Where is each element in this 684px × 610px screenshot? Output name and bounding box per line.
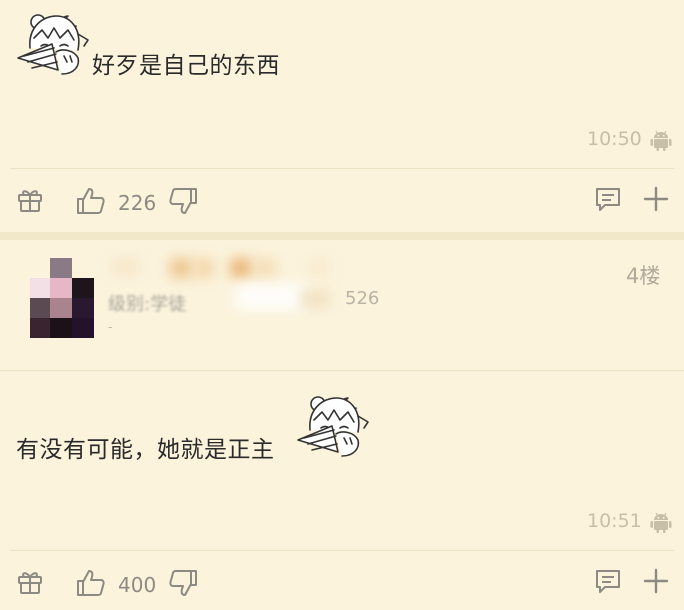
thumbs-down-icon <box>169 188 197 214</box>
separator-line <box>10 168 674 169</box>
separator-line <box>10 550 674 551</box>
post-divider <box>0 232 684 240</box>
like-button[interactable] <box>76 186 106 216</box>
comment-icon <box>596 570 620 593</box>
reply-content: 好歹是自己的东西 <box>92 53 280 79</box>
reply-time: 10:51 <box>587 510 642 532</box>
gift-button[interactable] <box>16 186 44 214</box>
thumbs-down-icon <box>169 570 197 596</box>
reply-content: 有没有可能，她就是正主 <box>16 437 275 463</box>
avatar[interactable] <box>30 258 96 340</box>
comment-icon <box>596 188 620 211</box>
user-sub-text: - <box>108 320 113 334</box>
android-icon <box>650 129 672 155</box>
separator-line <box>0 370 684 371</box>
dislike-button[interactable] <box>168 568 198 598</box>
thumbs-up-icon <box>77 188 105 214</box>
gift-icon <box>18 190 42 212</box>
comment-button[interactable] <box>594 568 622 594</box>
user-count: 526 <box>345 288 380 309</box>
comment-button[interactable] <box>594 186 622 212</box>
gift-button[interactable] <box>16 568 44 596</box>
user-level: 级别:学徒 <box>108 294 187 315</box>
android-icon <box>650 511 672 537</box>
reply-post-1: 好歹是自己的东西 10:50 226 <box>0 0 684 232</box>
like-count: 226 <box>118 191 157 215</box>
reply-time: 10:50 <box>587 128 642 150</box>
add-button[interactable] <box>643 568 669 594</box>
add-button[interactable] <box>643 186 669 212</box>
anime-girl-sticker <box>16 8 92 80</box>
anime-girl-sticker <box>296 390 372 462</box>
like-button[interactable] <box>76 568 106 598</box>
dislike-button[interactable] <box>168 186 198 216</box>
reply-post-2: 级别:学徒 526 - 4楼 有没有可能，她就是正主 10:51 400 <box>0 240 684 610</box>
like-count: 400 <box>118 573 157 597</box>
plus-icon <box>643 568 669 594</box>
plus-icon <box>643 186 669 212</box>
gift-icon <box>18 572 42 594</box>
thumbs-up-icon <box>77 570 105 596</box>
floor-number: 4楼 <box>626 264 661 288</box>
